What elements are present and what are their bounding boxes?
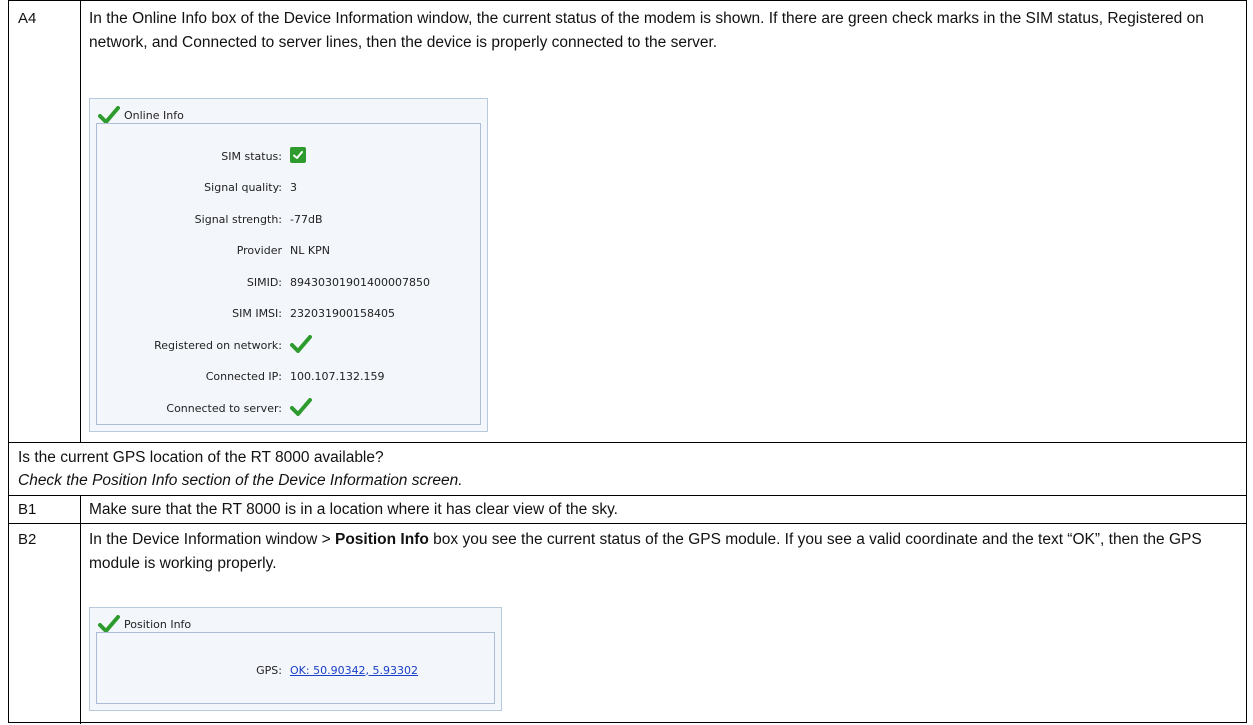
registered-check-icon <box>290 334 312 356</box>
field-label: Registered on network: <box>154 338 282 352</box>
b2-text: In the Device Information window > Posit… <box>89 528 1219 576</box>
registered-row: Registered on network: <box>102 334 312 356</box>
signal-quality-row: Signal quality: 3 <box>102 177 297 197</box>
column-divider <box>80 1 81 442</box>
gps-label: GPS: <box>256 663 282 677</box>
row-id-b2: B2 <box>18 531 37 548</box>
field-label: SIMID: <box>246 275 282 289</box>
instruction-table: A4 In the Online Info box of the Device … <box>8 0 1247 724</box>
row-divider <box>9 495 1246 496</box>
simid-row: SIMID: 89430301901400007850 <box>102 272 430 292</box>
field-label: SIM status: <box>221 149 282 163</box>
field-label: Connected to server: <box>166 401 282 415</box>
sim-imsi-row: SIM IMSI: 232031900158405 <box>102 303 395 323</box>
field-label: Signal strength: <box>194 212 282 226</box>
check-icon <box>98 106 120 124</box>
field-label: Connected IP: <box>205 369 282 383</box>
online-info-box: Online Info SIM status: Signal quality: … <box>89 98 488 432</box>
sim-status-row: SIM status: <box>102 146 306 166</box>
field-value: 89430301901400007850 <box>290 275 430 289</box>
row-divider <box>9 442 1246 443</box>
online-info-title: Online Info <box>124 108 184 122</box>
field-value: 3 <box>290 180 297 194</box>
connected-server-check-icon <box>290 397 312 419</box>
a4-text: In the Online Info box of the Device Inf… <box>89 10 1204 51</box>
position-info-box: Position Info GPS: OK: 50.90342, 5.93302 <box>89 607 502 711</box>
row-id-a4: A4 <box>18 10 37 27</box>
b1-text: Make sure that the RT 8000 is in a locat… <box>89 501 618 518</box>
column-divider <box>80 495 81 724</box>
question-hint: Check the Position Info section of the D… <box>18 472 463 489</box>
field-label: Provider <box>236 243 282 257</box>
row-divider <box>9 523 1246 524</box>
position-info-title: Position Info <box>124 617 192 631</box>
field-label: SIM IMSI: <box>232 306 282 320</box>
gps-coordinate-link[interactable]: OK: 50.90342, 5.93302 <box>290 664 418 677</box>
signal-strength-row: Signal strength: -77dB <box>102 209 323 229</box>
check-icon <box>98 615 120 633</box>
connected-server-row: Connected to server: <box>102 397 312 419</box>
connected-ip-row: Connected IP: 100.107.132.159 <box>102 366 385 386</box>
field-value: NL KPN <box>290 243 330 257</box>
provider-row: Provider NL KPN <box>102 240 330 260</box>
gps-row: GPS: OK: 50.90342, 5.93302 <box>102 660 418 680</box>
field-value: -77dB <box>290 212 323 226</box>
question-text: Is the current GPS location of the RT 80… <box>18 449 384 466</box>
field-value: 232031900158405 <box>290 306 395 320</box>
row-id-b1: B1 <box>18 501 37 518</box>
sim-status-check-box-icon <box>290 146 306 166</box>
field-value: 100.107.132.159 <box>290 369 385 383</box>
b2-text-part: In the Device Information window > <box>89 531 335 548</box>
field-label: Signal quality: <box>204 180 282 194</box>
b2-text-bold: Position Info <box>334 531 429 548</box>
